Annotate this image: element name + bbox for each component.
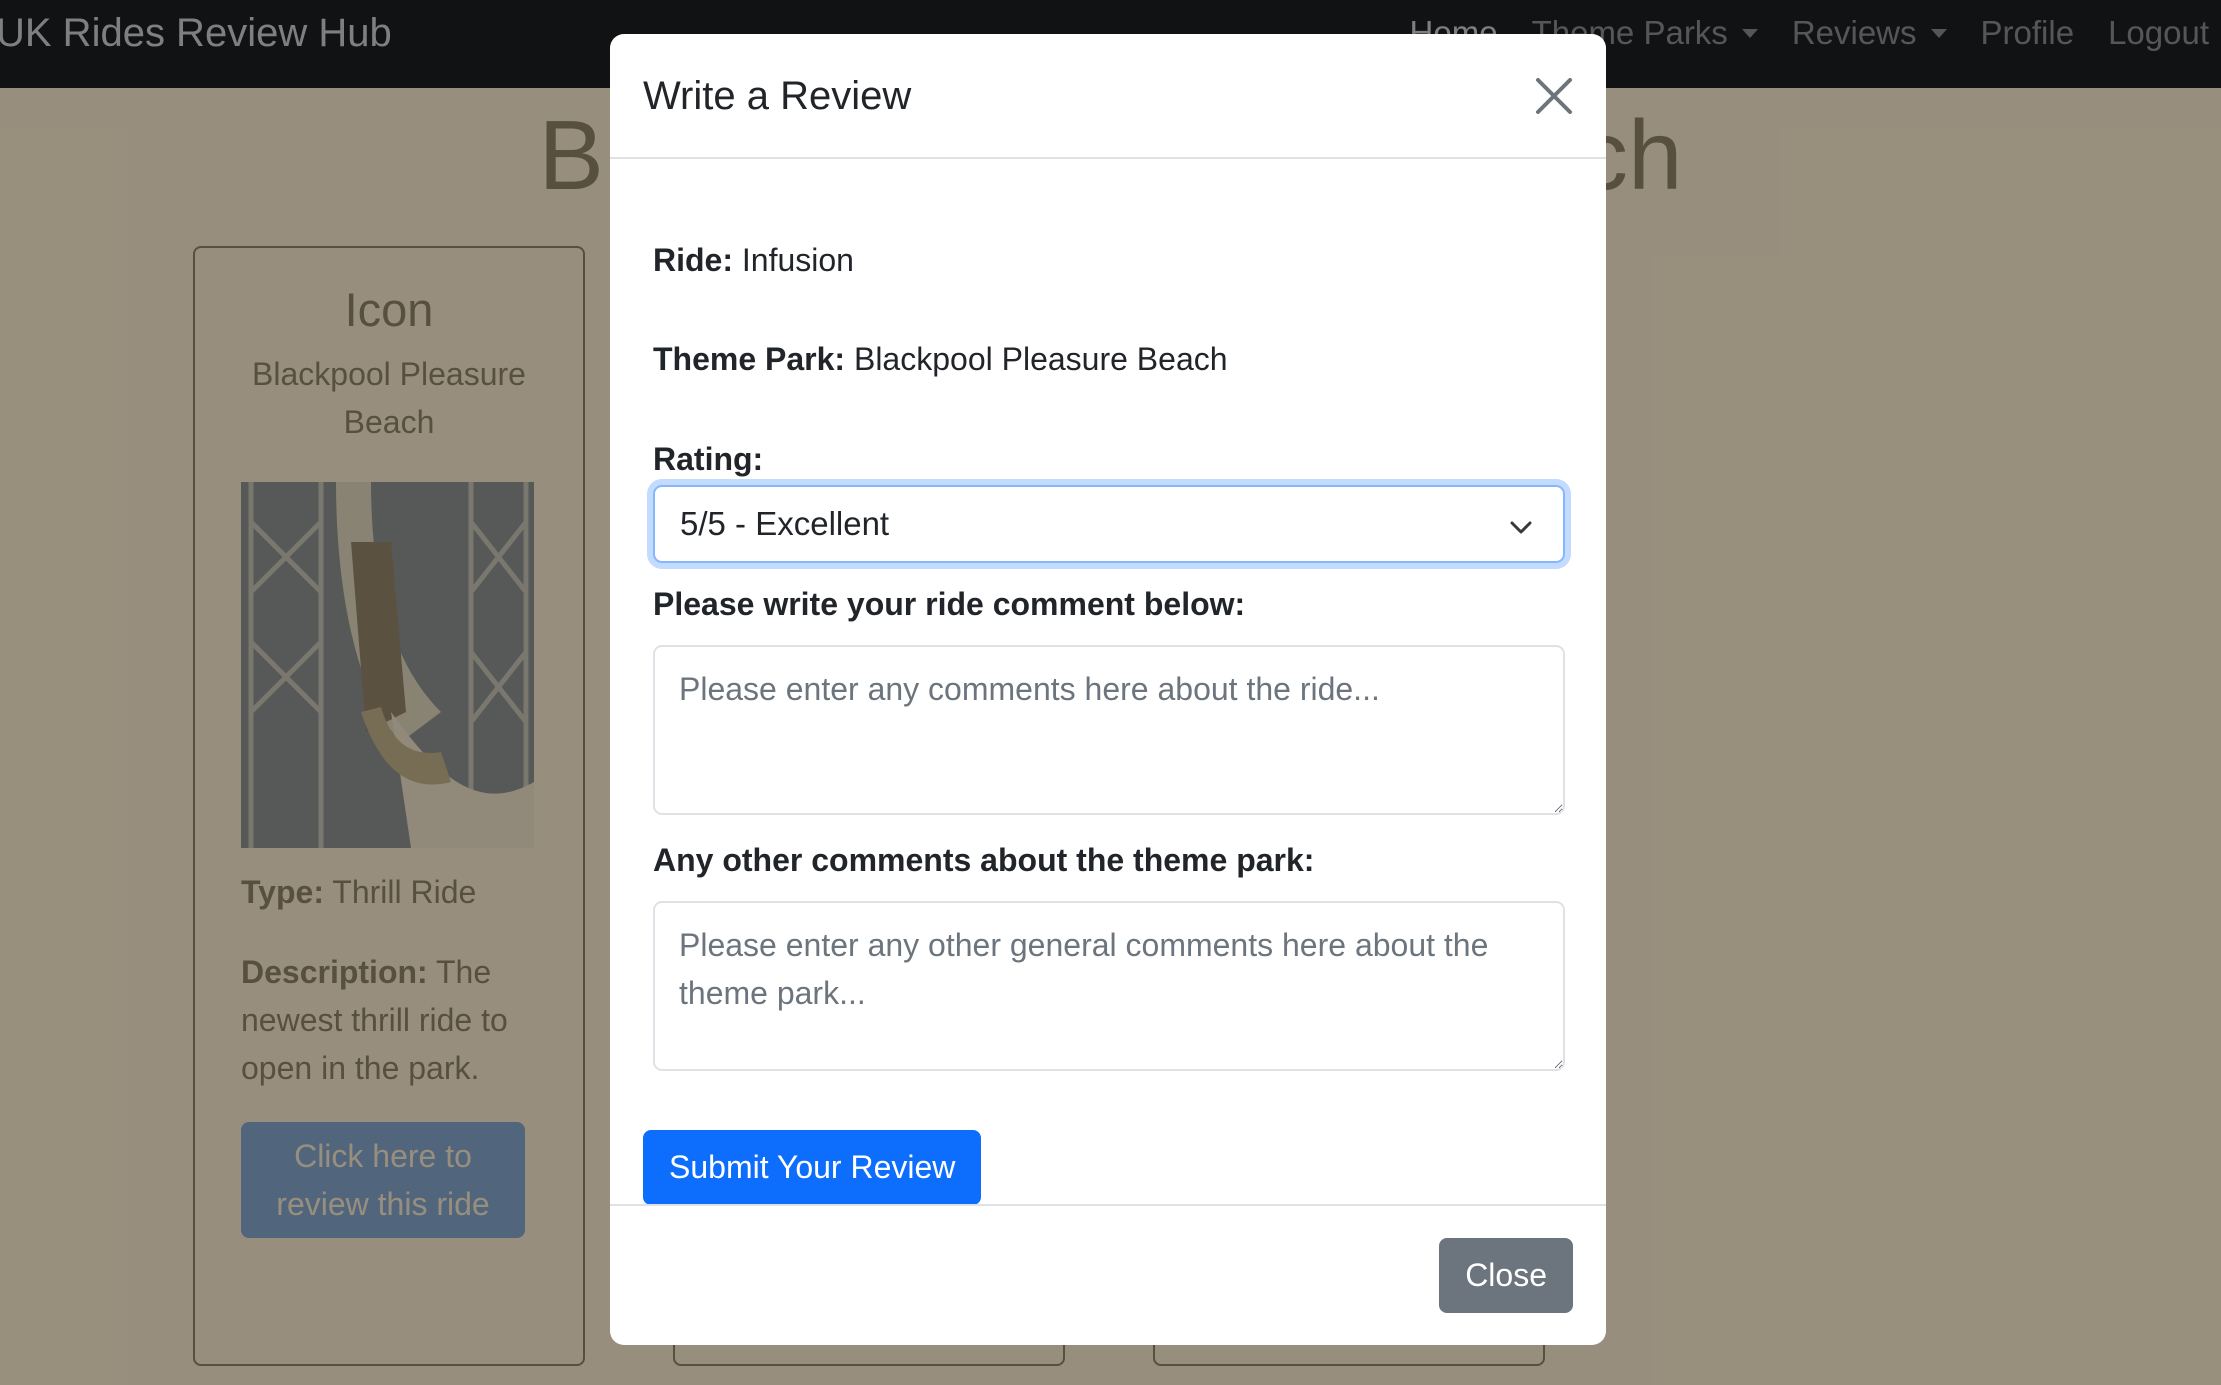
ride-comment-label: Please write your ride comment below: [653,586,1246,622]
rating-selected-value: 5/5 - Excellent [680,505,890,542]
submit-review-button[interactable]: Submit Your Review [643,1130,982,1205]
ride-info-value: Infusion [741,242,854,278]
ride-info-label: Ride: [653,242,733,278]
park-info-value: Blackpool Pleasure Beach [853,341,1228,377]
close-icon[interactable] [1530,72,1578,120]
chevron-down-icon [1510,521,1532,534]
park-info: Theme Park: Blackpool Pleasure Beach [653,339,1228,379]
park-info-label: Theme Park: [653,341,846,377]
modal-title: Write a Review [643,74,912,118]
rating-select[interactable]: 5/5 - Excellent [653,485,1565,563]
park-comment-label: Any other comments about the theme park: [653,842,1315,878]
modal-header: Write a Review [610,34,1606,159]
ride-comment-textarea[interactable] [653,645,1565,815]
modal-footer: Close [610,1204,1606,1345]
close-button[interactable]: Close [1439,1238,1573,1313]
ride-info: Ride: Infusion [653,240,854,280]
review-modal: Write a Review Ride: Infusion Theme Park… [610,34,1606,1345]
rating-label: Rating: [653,441,764,477]
park-comment-textarea[interactable] [653,901,1565,1071]
